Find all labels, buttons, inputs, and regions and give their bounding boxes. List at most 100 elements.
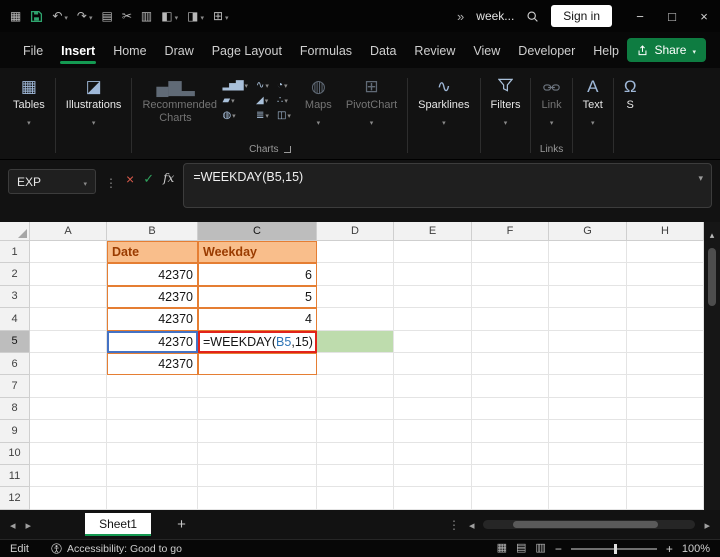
cell-D9[interactable] — [317, 420, 394, 443]
row-header-9[interactable]: 9 — [0, 420, 30, 443]
cell-A9[interactable] — [30, 420, 107, 443]
tab-insert[interactable]: Insert — [52, 35, 104, 68]
stock-chart-icon[interactable]: ≣ ▾ — [256, 111, 269, 121]
cell-D3[interactable] — [317, 285, 394, 309]
formula-input[interactable]: =WEEKDAY(B5,15) — [183, 163, 712, 208]
zoom-in-button[interactable]: + — [666, 543, 673, 555]
pivotchart-button[interactable]: ⊞ PivotChart — [339, 70, 404, 130]
cell-A7[interactable] — [30, 375, 107, 398]
cell-F5[interactable] — [472, 330, 549, 353]
cell-C5[interactable]: =WEEKDAY(B5,15) — [198, 330, 317, 353]
sheet-nav-right-icon[interactable] — [26, 516, 32, 534]
bar-chart-icon[interactable]: ▰ ▾ — [222, 96, 248, 106]
column-header-C[interactable]: C — [198, 222, 317, 241]
cell-A2[interactable] — [30, 263, 107, 286]
cell-F7[interactable] — [472, 375, 549, 398]
undo-dropdown-icon[interactable] — [64, 7, 68, 25]
cell-H1[interactable] — [627, 241, 704, 264]
cell-A12[interactable] — [30, 487, 107, 510]
map-chart-icon[interactable]: ◍ ▾ — [222, 111, 248, 121]
cell-H6[interactable] — [627, 352, 704, 376]
hscroll-right-icon[interactable] — [704, 516, 710, 534]
cell-E11[interactable] — [394, 464, 472, 488]
cell-E7[interactable] — [394, 375, 472, 398]
cell-H2[interactable] — [627, 263, 704, 286]
line-chart-icon[interactable]: ∿ ▾ — [256, 81, 269, 91]
cell-F11[interactable] — [472, 464, 549, 488]
tab-home[interactable]: Home — [104, 35, 155, 68]
tab-draw[interactable]: Draw — [156, 35, 203, 68]
cell-B7[interactable] — [107, 375, 198, 398]
format-painter-dropdown-icon[interactable] — [175, 7, 179, 25]
cell-B11[interactable] — [107, 464, 198, 488]
share-button[interactable]: Share — [627, 38, 706, 62]
tables-button[interactable]: ▦ Tables — [6, 70, 52, 130]
save-icon[interactable] — [30, 10, 43, 23]
sheet-nav-left-icon[interactable] — [10, 516, 16, 534]
cell-D1[interactable] — [317, 241, 394, 264]
cell-C9[interactable] — [198, 420, 317, 443]
column-header-H[interactable]: H — [627, 222, 704, 241]
cell-A1[interactable] — [30, 241, 107, 264]
column-header-B[interactable]: B — [107, 222, 198, 241]
charts-dialog-launcher-icon[interactable] — [283, 146, 291, 153]
cell-A8[interactable] — [30, 397, 107, 421]
add-sheet-button[interactable]: + — [177, 516, 186, 533]
cell-D10[interactable] — [317, 442, 394, 465]
document-title[interactable]: week... — [476, 9, 514, 23]
cell-G1[interactable] — [549, 241, 627, 264]
cell-C10[interactable] — [198, 442, 317, 465]
formula-bar-expand-icon[interactable] — [698, 170, 703, 184]
combo-chart-icon[interactable]: ◫ ▾ — [277, 111, 291, 121]
cell-G5[interactable] — [549, 330, 627, 353]
cell-B2[interactable]: 42370 — [107, 263, 198, 286]
cell-C8[interactable] — [198, 397, 317, 421]
row-header-1[interactable]: 1 — [0, 241, 30, 264]
cell-G10[interactable] — [549, 442, 627, 465]
accessibility-status[interactable]: Accessibility: Good to go — [51, 543, 182, 555]
column-chart-icon[interactable]: ▂▅▇ ▾ — [222, 81, 248, 91]
enter-icon[interactable]: ✓ — [143, 172, 154, 185]
tab-data[interactable]: Data — [361, 35, 405, 68]
cell-C12[interactable] — [198, 487, 317, 510]
cell-C11[interactable] — [198, 464, 317, 488]
cell-H3[interactable] — [627, 285, 704, 309]
link-button[interactable]: Link — [534, 70, 568, 130]
cell-B10[interactable] — [107, 442, 198, 465]
cell-H11[interactable] — [627, 464, 704, 488]
cell-B6[interactable]: 42370 — [107, 352, 198, 376]
row-header-2[interactable]: 2 — [0, 263, 30, 286]
close-button[interactable]: × — [688, 0, 720, 32]
row-header-10[interactable]: 10 — [0, 442, 30, 465]
cell-H7[interactable] — [627, 375, 704, 398]
illustrations-button[interactable]: ◪ Illustrations — [59, 70, 129, 130]
cell-C7[interactable] — [198, 375, 317, 398]
cell-H10[interactable] — [627, 442, 704, 465]
more-commands-icon[interactable]: » — [457, 9, 464, 24]
cell-A4[interactable] — [30, 308, 107, 331]
cancel-icon[interactable]: × — [126, 172, 134, 186]
tab-file[interactable]: File — [14, 35, 52, 68]
sheet-tab-sheet1[interactable]: Sheet1 — [85, 513, 152, 536]
cell-E8[interactable] — [394, 397, 472, 421]
cell-E1[interactable] — [394, 241, 472, 264]
paste-icon[interactable]: ▥ — [141, 10, 152, 22]
cell-B9[interactable] — [107, 420, 198, 443]
format-painter-icon[interactable]: ◧ — [161, 10, 172, 22]
cell-D5[interactable] — [317, 330, 394, 353]
cell-H4[interactable] — [627, 308, 704, 331]
cell-B3[interactable]: 42370 — [107, 285, 198, 309]
cell-E10[interactable] — [394, 442, 472, 465]
symbols-button[interactable]: Ω S — [617, 70, 644, 114]
cell-E2[interactable] — [394, 263, 472, 286]
row-header-12[interactable]: 12 — [0, 487, 30, 510]
fill-color-icon[interactable]: ◨ — [187, 10, 198, 22]
redo-icon[interactable]: ↷ — [77, 10, 87, 22]
borders-icon[interactable]: ⊞ — [213, 10, 223, 22]
cell-E3[interactable] — [394, 285, 472, 309]
column-header-D[interactable]: D — [317, 222, 394, 241]
maximize-button[interactable]: □ — [656, 0, 688, 32]
cell-G4[interactable] — [549, 308, 627, 331]
vscroll-up-icon[interactable] — [710, 225, 715, 243]
cell-H5[interactable] — [627, 330, 704, 353]
